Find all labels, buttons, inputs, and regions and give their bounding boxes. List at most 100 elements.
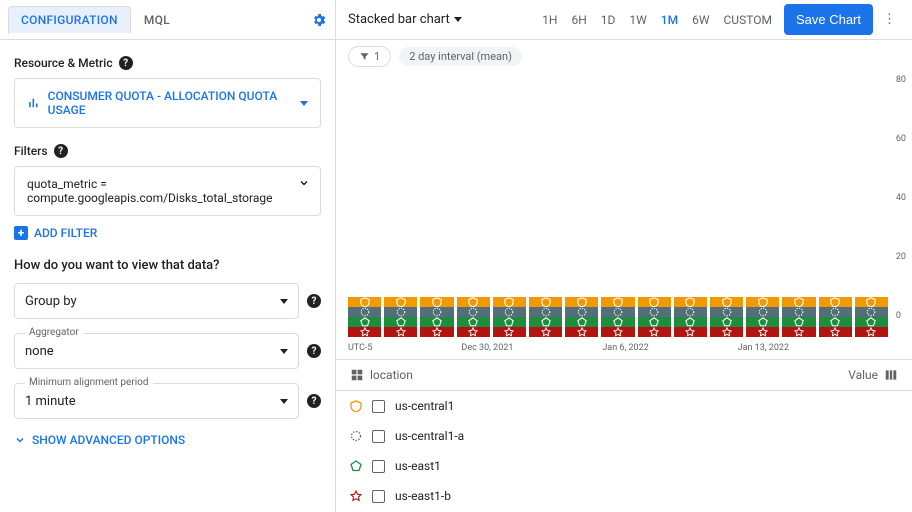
bar — [638, 297, 671, 337]
aggregator-select[interactable]: Aggregator none — [14, 333, 299, 369]
bar-segment — [601, 327, 634, 337]
filter-text: quota_metric = compute.googleapis.com/Di… — [27, 177, 272, 205]
aggregator-value: none — [25, 344, 54, 359]
bar-segment — [819, 327, 852, 337]
bar-segment — [674, 327, 707, 337]
resource-metric-label: Resource & Metric ? — [14, 56, 321, 70]
tab-configuration[interactable]: CONFIGURATION — [8, 6, 131, 34]
help-icon[interactable]: ? — [307, 394, 321, 408]
chart-type-select[interactable]: Stacked bar chart — [348, 12, 462, 27]
gear-icon[interactable] — [311, 12, 327, 28]
view-question: How do you want to view that data? — [14, 258, 321, 273]
bar-segment — [565, 317, 598, 327]
groupby-value: Group by — [25, 294, 77, 309]
bar-segment — [493, 317, 526, 327]
bar-segment — [819, 297, 852, 307]
bar-segment — [420, 307, 453, 317]
chip-label: 1 — [374, 50, 380, 63]
help-icon[interactable]: ? — [307, 294, 321, 308]
bar-segment — [782, 327, 815, 337]
metric-selector[interactable]: CONSUMER QUOTA - ALLOCATION QUOTA USAGE — [14, 78, 321, 128]
bar-segment — [384, 297, 417, 307]
legend-label: us-east1-b — [395, 489, 451, 503]
chart-area: 806040200 — [336, 73, 912, 341]
bar-segment — [348, 317, 381, 327]
interval-chip[interactable]: 2 day interval (mean) — [399, 47, 522, 66]
range-1w[interactable]: 1W — [623, 9, 652, 31]
advanced-label: SHOW ADVANCED OPTIONS — [32, 433, 185, 447]
bar-segment — [457, 327, 490, 337]
columns-icon[interactable] — [884, 368, 898, 382]
help-icon[interactable]: ? — [54, 144, 68, 158]
chevron-down-icon — [14, 434, 26, 446]
show-advanced-button[interactable]: SHOW ADVANCED OPTIONS — [14, 433, 321, 447]
kebab-menu-icon[interactable]: ⋮ — [879, 12, 900, 27]
x-axis: UTC-5Dec 30, 2021Jan 6, 2022Jan 13, 2022 — [336, 341, 912, 353]
chip-bar: 1 2 day interval (mean) — [336, 40, 912, 73]
add-filter-button[interactable]: + ADD FILTER — [14, 226, 321, 240]
legend-header: location Value — [336, 359, 912, 391]
bar-segment — [384, 317, 417, 327]
bar-segment — [420, 317, 453, 327]
aggregator-label: Aggregator — [25, 327, 83, 338]
range-6h[interactable]: 6H — [565, 9, 592, 31]
legend-label: us-central1-a — [395, 429, 464, 443]
bar-segment — [529, 327, 562, 337]
legend-row: us-east1-b — [336, 481, 912, 511]
help-icon[interactable]: ? — [119, 56, 133, 70]
bar-segment — [819, 307, 852, 317]
stacked-bar-chart — [348, 77, 888, 337]
tab-mql[interactable]: MQL — [131, 6, 183, 34]
filter-chip[interactable]: 1 — [348, 46, 391, 67]
shield-icon — [350, 400, 362, 412]
bar-segment — [457, 297, 490, 307]
range-1d[interactable]: 1D — [595, 9, 622, 31]
filters-label: Filters ? — [14, 144, 321, 158]
bar-segment — [493, 307, 526, 317]
alignment-select[interactable]: Minimum alignment period 1 minute — [14, 383, 299, 419]
bar-segment — [384, 307, 417, 317]
bar-segment — [746, 317, 779, 327]
filter-box[interactable]: quota_metric = compute.googleapis.com/Di… — [14, 166, 321, 216]
range-6w[interactable]: 6W — [686, 9, 715, 31]
range-1m[interactable]: 1M — [655, 9, 684, 31]
bar-segment — [565, 327, 598, 337]
time-ranges: 1H6H1D1W1M6WCUSTOM — [536, 9, 778, 31]
legend-row: us-east1 — [336, 451, 912, 481]
chevron-down-icon — [280, 299, 288, 304]
bar-segment — [855, 317, 888, 327]
help-icon[interactable]: ? — [307, 344, 321, 358]
bar-segment — [782, 307, 815, 317]
bar — [565, 297, 598, 337]
chevron-down-icon — [280, 399, 288, 404]
bar-segment — [529, 297, 562, 307]
bar-segment — [493, 297, 526, 307]
range-custom[interactable]: CUSTOM — [718, 9, 778, 31]
bar — [601, 297, 634, 337]
groupby-field: Group by ? — [14, 283, 321, 319]
bar-segment — [710, 327, 743, 337]
bar-segment — [638, 327, 671, 337]
bar — [420, 297, 453, 337]
bar-segment — [601, 317, 634, 327]
legend-row: us-central1-a — [336, 421, 912, 451]
legend-checkbox[interactable] — [372, 430, 385, 443]
legend-header-label: location — [370, 368, 413, 382]
star-icon — [350, 490, 362, 502]
bar-segment — [746, 307, 779, 317]
bar — [819, 297, 852, 337]
burst-icon — [350, 430, 362, 442]
bar-segment — [674, 317, 707, 327]
legend-checkbox[interactable] — [372, 490, 385, 503]
legend-checkbox[interactable] — [372, 460, 385, 473]
save-chart-button[interactable]: Save Chart — [784, 4, 873, 35]
range-1h[interactable]: 1H — [536, 9, 563, 31]
legend-checkbox[interactable] — [372, 400, 385, 413]
chevron-down-icon — [280, 349, 288, 354]
bar-segment — [855, 327, 888, 337]
alignment-value: 1 minute — [25, 394, 76, 409]
groupby-select[interactable]: Group by — [14, 283, 299, 319]
bar-segment — [420, 297, 453, 307]
bar-segment — [855, 297, 888, 307]
bar-segment — [746, 297, 779, 307]
